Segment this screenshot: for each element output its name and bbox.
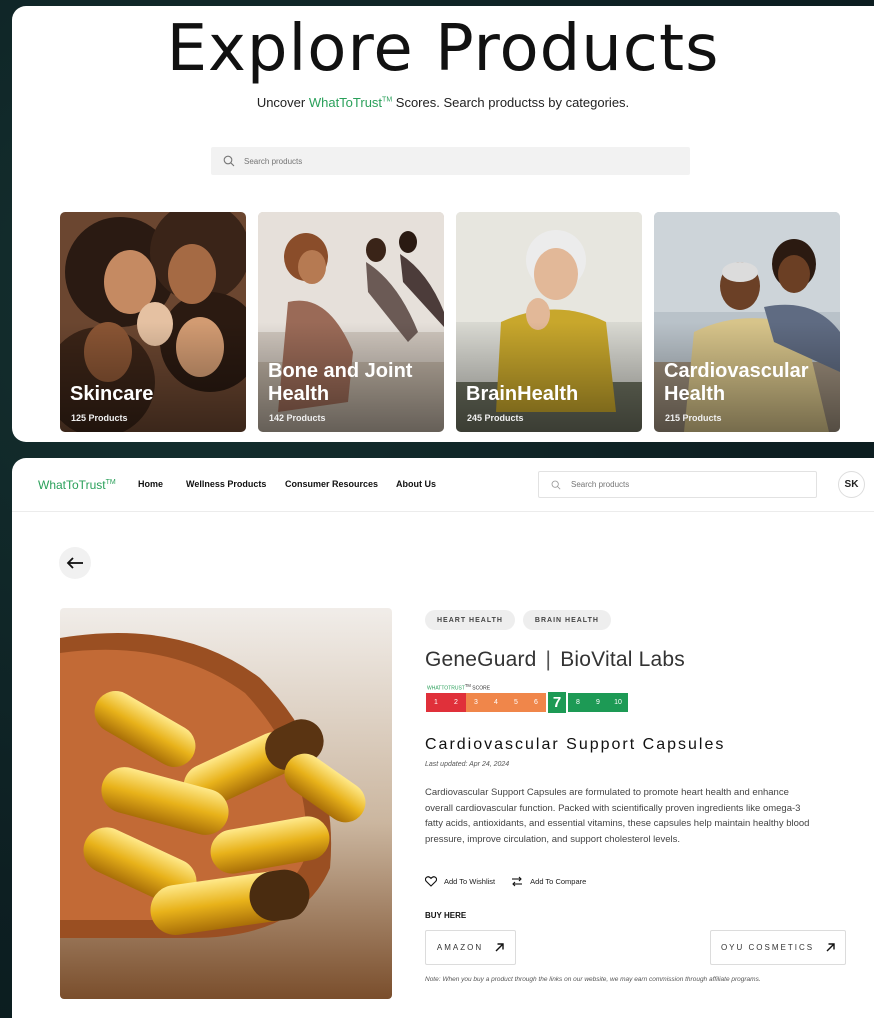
subtitle-prefix: Uncover	[256, 95, 309, 110]
arrow-left-icon	[66, 557, 83, 569]
compare-arrows-icon	[512, 876, 523, 887]
score-segment: 4	[486, 693, 506, 712]
buy-oyu-cosmetics-button[interactable]: OYU COSMETICS	[710, 930, 846, 965]
product-brand-line: GeneGuard | BioVital Labs	[425, 648, 685, 672]
product-image	[60, 608, 392, 999]
category-count: 215 Products	[665, 413, 722, 423]
logo-text: WhatToTrust	[38, 478, 106, 492]
category-card-bone-joint[interactable]: Bone and Joint Health 142 Products	[258, 212, 444, 432]
score-segment: 2	[446, 693, 466, 712]
name-separator: |	[545, 648, 552, 671]
brand-text: WhatToTrust	[308, 95, 383, 110]
logo-tm: TM	[105, 479, 116, 486]
affiliate-note: Note: When you buy a product through the…	[425, 976, 761, 983]
nav-link-about-us[interactable]: About Us	[396, 479, 436, 489]
product-tags: HEART HEALTH BRAIN HEALTH	[425, 610, 611, 630]
nav-search-box[interactable]	[538, 471, 817, 498]
compare-label: Add To Compare	[530, 877, 587, 886]
product-actions: Add To Wishlist Add To Compare	[425, 876, 586, 887]
score-segment: 6	[526, 693, 546, 712]
last-updated: Last updated: Apr 24, 2024	[425, 761, 510, 768]
back-button[interactable]	[59, 547, 91, 579]
category-name: Skincare	[70, 383, 154, 405]
tag-brain-health[interactable]: BRAIN HEALTH	[522, 610, 611, 630]
category-cards: Skincare 125 Products Bone and Joint Hea…	[60, 212, 840, 432]
category-card-skincare[interactable]: Skincare 125 Products	[60, 212, 246, 432]
category-name: Bone and Joint Health	[268, 360, 413, 405]
tag-heart-health[interactable]: HEART HEALTH	[425, 610, 515, 630]
subtitle-suffix: Scores. Search productss by categories.	[392, 95, 630, 110]
score-segment: 9	[588, 693, 608, 712]
product-name: GeneGuard	[425, 648, 537, 671]
product-title: Cardiovascular Support Capsules	[425, 736, 726, 753]
category-card-brainhealth[interactable]: BrainHealth 245 Products	[456, 212, 642, 432]
explore-search-box[interactable]	[211, 147, 690, 175]
category-count: 245 Products	[467, 413, 524, 423]
category-name: BrainHealth	[466, 383, 579, 405]
score-segment: 10	[608, 693, 628, 712]
category-card-cardiovascular[interactable]: Cardiovascular Health 215 Products	[654, 212, 840, 432]
score-segment: 1	[426, 693, 446, 712]
category-count: 125 Products	[71, 413, 128, 423]
category-name: Cardiovascular Health	[664, 360, 809, 405]
score-segment: 3	[466, 693, 486, 712]
top-nav: WhatToTrustTM Home Wellness Products Con…	[12, 458, 874, 512]
explore-title: Explore Products	[166, 12, 720, 86]
add-to-compare-button[interactable]: Add To Compare	[511, 876, 586, 887]
score-segment: 5	[506, 693, 526, 712]
search-icon	[223, 155, 235, 167]
nav-link-consumer-resources[interactable]: Consumer Resources	[285, 479, 378, 489]
add-to-wishlist-button[interactable]: Add To Wishlist	[425, 876, 495, 887]
site-logo[interactable]: WhatToTrustTM	[38, 478, 116, 492]
store-label: OYU COSMETICS	[720, 943, 815, 952]
nav-search-input[interactable]	[571, 480, 801, 489]
search-icon	[551, 480, 561, 489]
user-avatar[interactable]: SK	[838, 471, 865, 498]
product-description: Cardiovascular Support Capsules are form…	[425, 787, 810, 845]
explore-subtitle: Uncover WhatToTrustTM Scores. Search pro…	[12, 95, 874, 110]
explore-panel: Explore Products Uncover WhatToTrustTM S…	[12, 6, 874, 442]
product-company: BioVital Labs	[560, 648, 685, 671]
score-segment: 8	[568, 693, 588, 712]
score-selected: 7	[546, 690, 568, 715]
brand-tm: TM	[382, 96, 393, 104]
heart-icon	[425, 876, 437, 887]
product-panel: WhatToTrustTM Home Wellness Products Con…	[12, 458, 874, 1018]
buy-here-heading: BUY HERE	[425, 911, 467, 920]
nav-link-wellness-products[interactable]: Wellness Products	[186, 479, 266, 489]
buy-amazon-button[interactable]: AMAZON	[425, 930, 516, 965]
external-arrow-icon	[495, 943, 504, 952]
subtitle-brand: WhatToTrustTM	[309, 95, 392, 110]
store-label: AMAZON	[436, 943, 484, 952]
capsules-photo	[60, 608, 392, 999]
nav-link-home[interactable]: Home	[138, 479, 163, 489]
explore-search-input[interactable]	[244, 156, 644, 166]
external-arrow-icon	[826, 943, 835, 952]
score-bar: 1 2 3 4 5 6 7 8 9 10	[426, 690, 628, 715]
category-count: 142 Products	[269, 413, 326, 423]
wishlist-label: Add To Wishlist	[444, 877, 496, 886]
